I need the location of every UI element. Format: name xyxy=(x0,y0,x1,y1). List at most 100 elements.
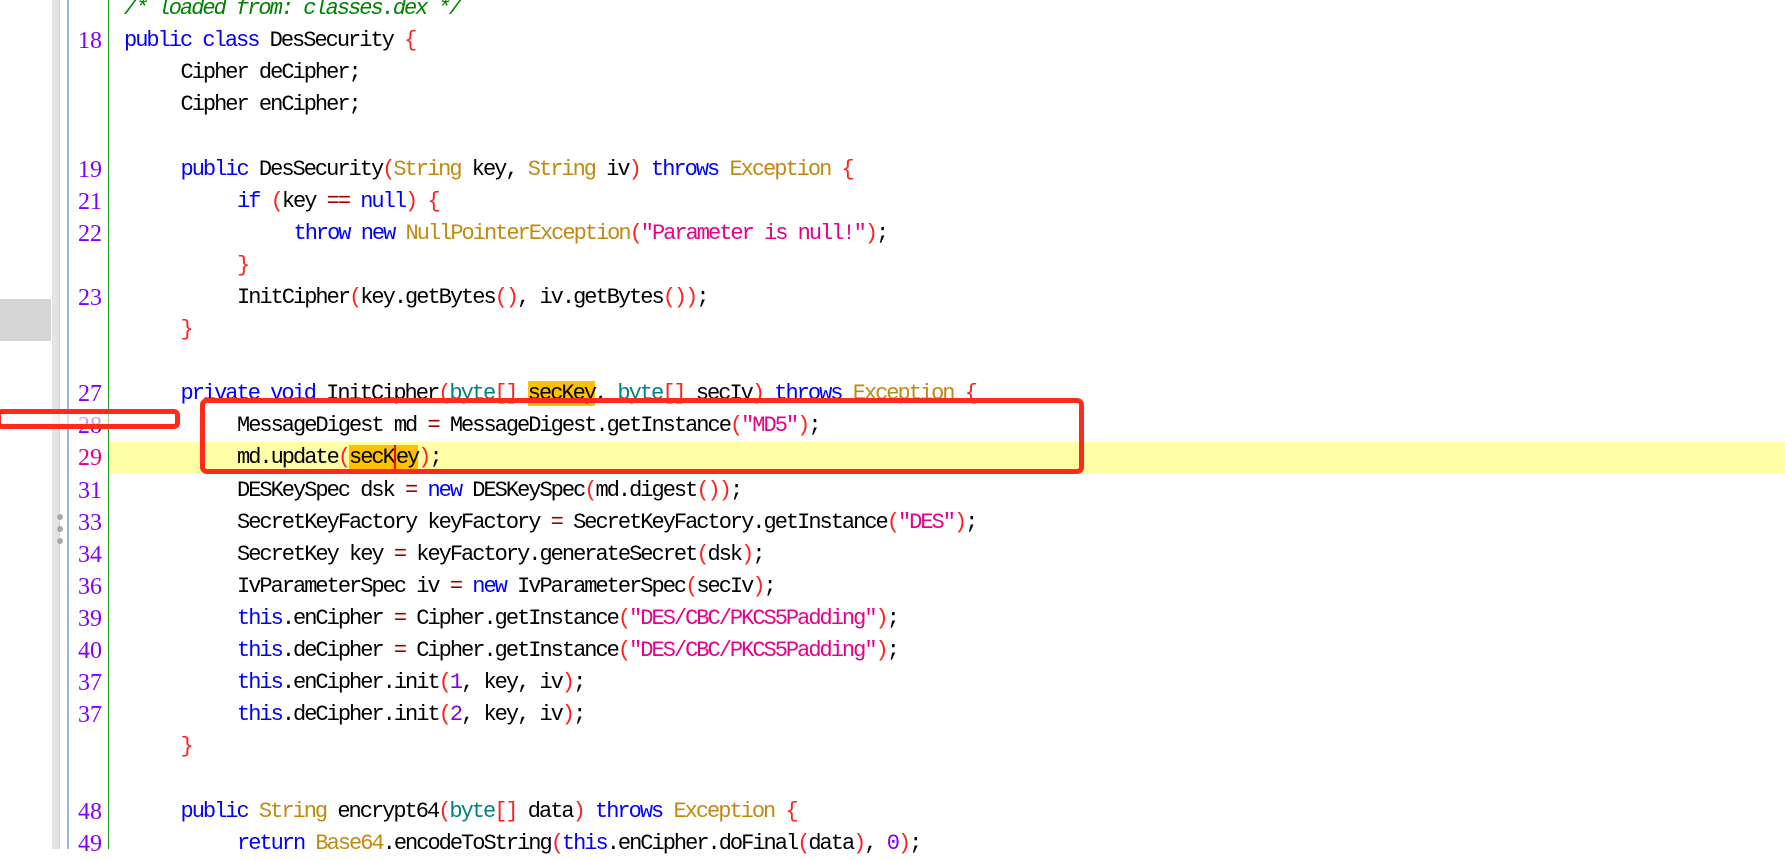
code-token: "DES" xyxy=(897,509,956,535)
code-line[interactable]: 21 if (key == null) { xyxy=(0,186,1785,218)
code-token: ) xyxy=(561,702,575,728)
code-line[interactable]: } xyxy=(0,731,1785,763)
code-text: } xyxy=(181,314,194,346)
code-token: Cipher.getInstance xyxy=(405,638,620,663)
code-token: ()) xyxy=(662,284,699,310)
code-token: throws xyxy=(639,156,730,182)
code-text: this.enCipher = Cipher.getInstance("DES/… xyxy=(237,603,900,635)
line-number: 19 xyxy=(78,156,102,183)
code-token: = xyxy=(405,477,418,503)
code-line[interactable]: 34 SecretKey key = keyFactory.generateSec… xyxy=(0,539,1785,571)
code-text: } xyxy=(181,731,194,763)
code-line[interactable]: 33 SecretKeyFactory keyFactory = SecretKe… xyxy=(0,507,1785,539)
line-number: 18 xyxy=(78,28,102,55)
code-token: , xyxy=(864,830,887,856)
code-token: this xyxy=(237,670,284,696)
code-token: { xyxy=(841,156,854,182)
line-number: 22 xyxy=(78,220,102,247)
code-token: keyFactory.generateSecret xyxy=(405,541,698,567)
line-number: 36 xyxy=(78,573,102,600)
code-token: { xyxy=(416,188,440,214)
code-token: DesSecurity xyxy=(247,156,384,182)
annotation-red-rectangle xyxy=(200,398,1084,474)
line-number: 48 xyxy=(78,798,102,825)
code-token: { xyxy=(785,798,798,824)
code-token: md.digest xyxy=(595,477,699,503)
code-token: ; xyxy=(876,220,889,246)
code-token: key.getBytes xyxy=(360,284,496,310)
code-token: public xyxy=(180,156,250,182)
code-token: Cipher enCipher; xyxy=(180,92,362,118)
code-line[interactable]: 37 this.enCipher.init(1, key, iv); xyxy=(0,667,1785,699)
code-token: ) xyxy=(572,798,586,824)
code-token: .enCipher xyxy=(281,605,394,631)
code-token: ; xyxy=(886,605,900,631)
code-line[interactable]: 31 DESKeySpec dsk = new DESKeySpec(md.dig… xyxy=(0,475,1785,507)
code-text: public String encrypt64(byte[] data) thr… xyxy=(180,796,799,828)
code-token: () xyxy=(494,284,519,310)
code-line[interactable]: Cipher deCipher; xyxy=(0,57,1785,89)
code-line[interactable]: /* loaded from: classes.dex */ xyxy=(0,0,1785,25)
code-token: ) xyxy=(897,830,911,856)
code-line[interactable]: 22 throw new NullPointerException("Parame… xyxy=(0,218,1785,250)
code-token: ; xyxy=(573,702,586,728)
code-line[interactable]: 36 IvParameterSpec iv = new IvParameterSp… xyxy=(0,571,1785,603)
code-token: public xyxy=(180,798,259,824)
code-line[interactable]: 19 public DesSecurity(String key, String … xyxy=(0,154,1785,186)
code-token: Exception xyxy=(729,156,842,182)
code-token: dsk xyxy=(707,541,744,567)
code-token: ; xyxy=(965,509,978,535)
code-token: } xyxy=(237,252,250,278)
code-line[interactable]: Cipher enCipher; xyxy=(0,89,1785,121)
line-number: 23 xyxy=(78,284,102,311)
code-token: new xyxy=(461,573,518,599)
code-token: 0 xyxy=(886,830,900,856)
code-text: Cipher enCipher; xyxy=(180,89,362,121)
line-number: 49 xyxy=(78,830,102,857)
code-line[interactable]: 40 this.deCipher = Cipher.getInstance("DE… xyxy=(0,635,1785,667)
code-token: SecretKey key xyxy=(237,541,394,567)
code-token: DESKeySpec xyxy=(472,477,586,503)
code-token: ; xyxy=(752,541,765,567)
code-text: SecretKeyFactory keyFactory = SecretKeyF… xyxy=(237,507,978,539)
code-token: public class xyxy=(124,28,260,54)
code-line[interactable]: } xyxy=(0,314,1785,346)
code-token: "DES/CBC/PKCS5Padding" xyxy=(629,605,877,631)
code-token: "DES/CBC/PKCS5Padding" xyxy=(629,638,877,663)
code-line[interactable] xyxy=(0,121,1785,153)
code-text: throw new NullPointerException("Paramete… xyxy=(294,218,890,250)
code-token: ( xyxy=(270,188,284,214)
code-line[interactable]: 48 public String encrypt64(byte[] data) t… xyxy=(0,796,1785,828)
code-line[interactable]: } xyxy=(0,250,1785,282)
code-token: IvParameterSpec xyxy=(517,573,687,599)
code-token: Cipher.getInstance xyxy=(405,605,620,631)
line-number: 31 xyxy=(78,477,102,504)
code-line[interactable] xyxy=(0,346,1785,378)
code-token: ( xyxy=(349,284,362,310)
code-line[interactable]: 37 this.deCipher.init(2, key, iv); xyxy=(0,699,1785,731)
code-token: iv xyxy=(595,156,630,182)
code-token: , iv.getBytes xyxy=(517,284,665,310)
code-token: ) xyxy=(864,220,878,246)
code-line[interactable]: 18 public class DesSecurity { xyxy=(0,25,1785,57)
code-token: this xyxy=(237,605,284,631)
code-token: data xyxy=(808,830,855,856)
code-token: 1 xyxy=(449,670,463,696)
code-line[interactable]: 39 this.enCipher = Cipher.getInstance("DE… xyxy=(0,603,1785,635)
code-token: .encodeToString xyxy=(382,830,553,856)
line-number: 39 xyxy=(78,605,102,632)
code-token: ; xyxy=(729,477,743,503)
code-token: ) xyxy=(628,156,642,182)
line-number: 27 xyxy=(78,381,102,408)
code-line[interactable] xyxy=(0,763,1785,795)
code-text: public DesSecurity(String key, String iv… xyxy=(180,154,855,186)
code-line[interactable]: 49 return Base64.encodeToString(this.enCi… xyxy=(0,828,1785,860)
code-text: SecretKey key = keyFactory.generateSecre… xyxy=(237,539,766,571)
code-token: byte xyxy=(449,798,496,824)
code-token: if xyxy=(237,188,271,214)
code-line[interactable]: 23 InitCipher(key.getBytes(), iv.getBytes… xyxy=(0,282,1785,314)
code-editor[interactable]: /* loaded from: classes.dex */ 18 public c… xyxy=(0,0,1785,857)
code-token: ; xyxy=(573,670,586,696)
code-token: ) xyxy=(752,573,765,599)
code-token: ( xyxy=(617,605,631,631)
